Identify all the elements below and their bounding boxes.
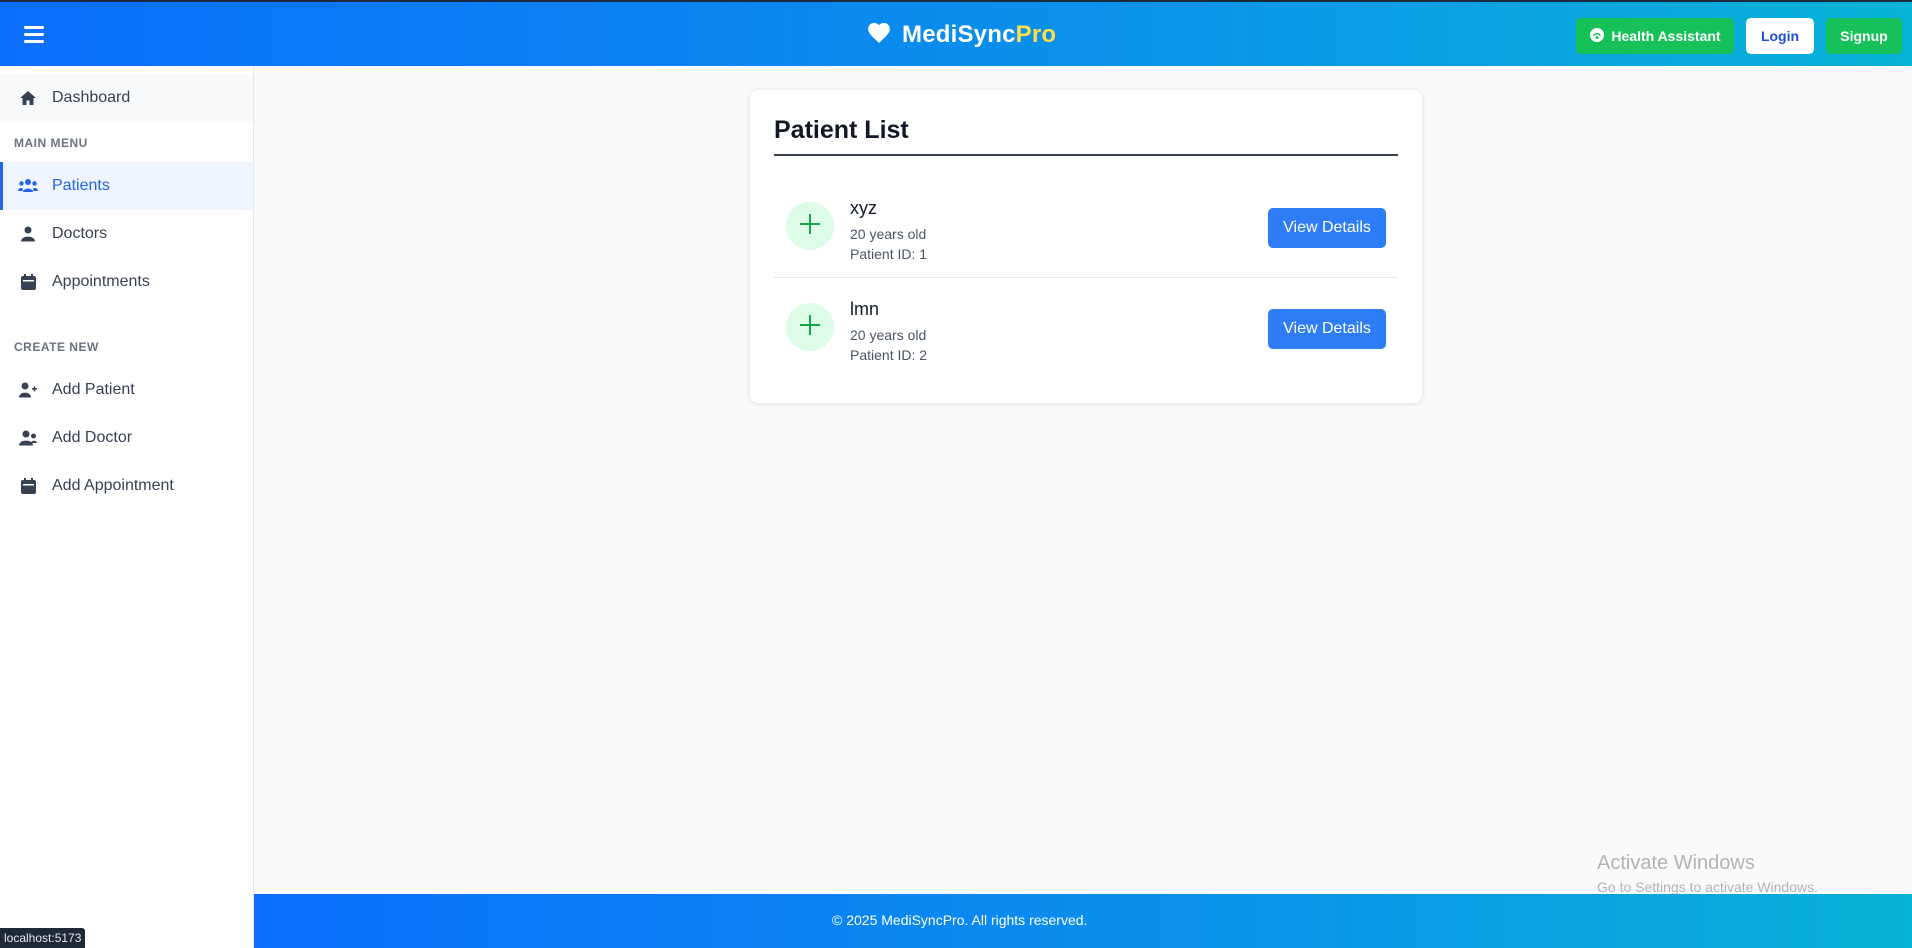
sidebar-item-add-doctor[interactable]: Add Doctor — [0, 414, 253, 462]
list-item: xyz 20 years old Patient ID: 1 View Deta… — [774, 178, 1398, 278]
sidebar: Dashboard MAIN MENU Patients Doctors App… — [0, 66, 254, 948]
sidebar-item-dashboard[interactable]: Dashboard — [0, 74, 253, 122]
sidebar-item-label: Dashboard — [52, 89, 131, 106]
view-details-button[interactable]: View Details — [1268, 208, 1386, 248]
sidebar-item-label: Add Doctor — [52, 429, 133, 446]
user-icon — [18, 224, 38, 244]
calendar-icon — [18, 476, 38, 496]
calendar-icon — [18, 272, 38, 292]
view-details-button[interactable]: View Details — [1268, 309, 1386, 349]
page-title: Patient List — [774, 116, 909, 144]
brand-accent: Pro — [1015, 20, 1057, 48]
plus-icon — [798, 313, 822, 342]
signup-button[interactable]: Signup — [1826, 18, 1902, 54]
patient-avatar — [786, 303, 834, 351]
brand-logo[interactable]: MediSyncPro — [866, 20, 1056, 49]
users-icon — [18, 176, 38, 196]
status-bar-url: localhost:5173 — [0, 928, 86, 948]
main-menu-heading: MAIN MENU — [14, 136, 88, 150]
patient-avatar — [786, 202, 834, 250]
footer-copyright: © 2025 MediSyncPro. All rights reserved. — [832, 912, 1088, 928]
sidebar-item-label: Add Patient — [52, 381, 135, 398]
sidebar-item-doctors[interactable]: Doctors — [0, 210, 253, 258]
hamburger-menu-icon[interactable] — [24, 26, 44, 43]
patient-name: xyz — [850, 198, 877, 218]
health-assistant-label: Health Assistant — [1611, 28, 1721, 44]
patient-age: 20 years old — [850, 327, 927, 343]
patient-id: Patient ID: 2 — [850, 347, 928, 363]
heart-icon — [866, 20, 892, 49]
sidebar-item-patients[interactable]: Patients — [0, 162, 253, 210]
create-new-heading: CREATE NEW — [14, 340, 99, 354]
sidebar-item-label: Appointments — [52, 273, 150, 290]
brand-name: MediSyncPro — [902, 20, 1057, 48]
user-plus-icon — [18, 380, 38, 400]
sidebar-item-add-appointment[interactable]: Add Appointment — [0, 462, 253, 510]
home-icon — [18, 88, 38, 108]
robot-icon — [1589, 27, 1605, 46]
footer: © 2025 MediSyncPro. All rights reserved. — [254, 894, 1912, 948]
sidebar-item-label: Doctors — [52, 225, 108, 242]
sidebar-item-label: Add Appointment — [52, 477, 174, 494]
user-doctor-icon — [18, 428, 38, 448]
health-assistant-button[interactable]: Health Assistant — [1576, 18, 1734, 54]
sidebar-item-label: Patients — [52, 177, 110, 194]
title-divider — [774, 154, 1398, 156]
login-button[interactable]: Login — [1746, 18, 1814, 54]
patient-name: lmn — [850, 299, 880, 319]
activate-windows-subtitle: Go to Settings to activate Windows. — [1597, 879, 1818, 895]
sidebar-item-appointments[interactable]: Appointments — [0, 258, 253, 306]
sidebar-item-add-patient[interactable]: Add Patient — [0, 366, 253, 414]
top-navbar: MediSyncPro Health Assistant Login Signu… — [0, 0, 1912, 66]
list-item: lmn 20 years old Patient ID: 2 View Deta… — [774, 279, 1398, 379]
patient-id: Patient ID: 1 — [850, 246, 928, 262]
plus-icon — [798, 212, 822, 241]
patient-age: 20 years old — [850, 226, 927, 242]
activate-windows-title: Activate Windows — [1597, 852, 1755, 874]
patient-list-card: Patient List xyz 20 years old Patient ID… — [750, 90, 1422, 403]
